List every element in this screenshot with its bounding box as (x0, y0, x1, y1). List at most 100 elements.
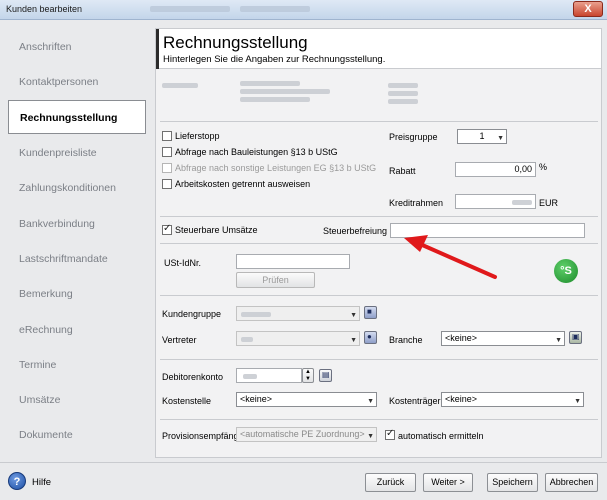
provision-label: Provisionsempfänger (162, 431, 247, 441)
sidebar-item-bankverbindung[interactable]: Bankverbindung (8, 207, 146, 241)
s-badge-icon[interactable]: °S (554, 259, 578, 283)
page-header: Rechnungsstellung Hinterlegen Sie die An… (156, 29, 601, 69)
lookup-icon[interactable]: ● (364, 331, 377, 344)
lookup-icon[interactable]: ▣ (569, 331, 582, 344)
ustid-input[interactable] (236, 254, 350, 269)
blurred-address (240, 89, 330, 94)
auto-ermitteln-checkbox[interactable] (385, 428, 395, 440)
kostentraeger-value: <keine> (445, 394, 478, 404)
branche-value: <keine> (445, 333, 478, 343)
blurred-address (388, 99, 418, 104)
content-panel: Rechnungsstellung Hinterlegen Sie die An… (155, 28, 602, 458)
kostenstelle-value: <keine> (240, 394, 273, 404)
close-button[interactable]: X (573, 1, 603, 17)
separator (160, 216, 598, 217)
header-accent-bar (156, 29, 159, 69)
sonstige-leistungen-checkbox[interactable] (162, 163, 172, 173)
pruefen-button[interactable]: Prüfen (236, 272, 315, 288)
provision-value: <automatische PE Zuordnung> (240, 429, 365, 439)
ustid-label: USt-IdNr. (164, 258, 202, 268)
back-button[interactable]: Zurück (365, 473, 416, 492)
blurred-address (388, 83, 418, 88)
chevron-down-icon: ▼ (574, 398, 581, 405)
chevron-down-icon: ▼ (350, 312, 357, 319)
sidebar-item-umsaetze[interactable]: Umsätze (8, 383, 146, 417)
rabatt-label: Rabatt (389, 166, 416, 176)
page-title: Rechnungsstellung (163, 33, 308, 52)
kostenstelle-label: Kostenstelle (162, 396, 212, 406)
steuerbefreiung-label: Steuerbefreiung (323, 226, 388, 236)
provision-select[interactable]: <automatische PE Zuordnung> ▼ (236, 427, 377, 442)
kostentraeger-select[interactable]: <keine> ▼ (441, 392, 584, 407)
separator (160, 243, 598, 244)
sonstige-leistungen-label: Abfrage nach sonstige Leistungen EG §13 … (175, 163, 377, 173)
debitorenkonto-label: Debitorenkonto (162, 372, 224, 382)
blurred-value (243, 374, 257, 379)
sidebar-item-kundenpreisliste[interactable]: Kundenpreisliste (8, 136, 146, 170)
blurred-address (388, 91, 418, 96)
branche-select[interactable]: <keine> ▼ (441, 331, 565, 346)
bauleistungen-checkbox[interactable] (162, 147, 172, 157)
blurred-value (241, 337, 253, 342)
save-button[interactable]: Speichern (487, 473, 538, 492)
title-bar: Kunden bearbeiten X (0, 0, 607, 20)
kundengruppe-label: Kundengruppe (162, 309, 222, 319)
separator (160, 419, 598, 420)
window-title: Kunden bearbeiten (6, 4, 83, 14)
kostentraeger-label: Kostenträger (389, 396, 441, 406)
bauleistungen-label: Abfrage nach Bauleistungen §13 b UStG (175, 147, 338, 157)
blurred-address (240, 97, 310, 102)
blurred-titlebar-text (150, 6, 230, 12)
chevron-down-icon: ▼ (497, 135, 504, 142)
page-subtitle: Hinterlegen Sie die Angaben zur Rechnung… (163, 54, 386, 65)
vertreter-select[interactable]: ▼ (236, 331, 360, 346)
sidebar-item-bemerkung[interactable]: Bemerkung (8, 277, 146, 311)
preisgruppe-value: 1 (479, 131, 485, 141)
kreditrahmen-label: Kreditrahmen (389, 198, 444, 208)
arbeitskosten-checkbox[interactable] (162, 179, 172, 189)
sidebar-item-rechnungsstellung[interactable]: Rechnungsstellung (8, 100, 146, 134)
branche-label: Branche (389, 335, 423, 345)
steuerbare-umsaetze-label: Steuerbare Umsätze (175, 225, 258, 235)
preisgruppe-select[interactable]: 1 ▼ (457, 129, 507, 144)
chevron-down-icon: ▼ (350, 337, 357, 344)
kostenstelle-select[interactable]: <keine> ▼ (236, 392, 377, 407)
vertreter-label: Vertreter (162, 335, 197, 345)
kundengruppe-select[interactable]: ▼ (236, 306, 360, 321)
arbeitskosten-label: Arbeitskosten getrennt ausweisen (175, 179, 311, 189)
next-button[interactable]: Weiter > (423, 473, 473, 492)
separator (160, 359, 598, 360)
separator (160, 295, 598, 296)
debitorenkonto-stepper[interactable]: ▲ ▼ (302, 368, 314, 383)
rabatt-input[interactable]: 0,00 (455, 162, 536, 177)
debitorenkonto-input[interactable] (236, 368, 302, 383)
kreditrahmen-unit: EUR (539, 198, 559, 208)
sidebar-item-zahlungskonditionen[interactable]: Zahlungskonditionen (8, 171, 146, 205)
help-icon[interactable]: ? (8, 472, 26, 490)
sidebar-item-lastschriftmandate[interactable]: Lastschriftmandate (8, 242, 146, 276)
steuerbare-umsaetze-checkbox[interactable] (162, 223, 172, 235)
rabatt-unit: % (539, 162, 548, 172)
chevron-down-icon: ▼ (367, 398, 374, 405)
blurred-value (512, 200, 532, 205)
lookup-icon[interactable]: ■ (364, 306, 377, 319)
sidebar-item-dokumente[interactable]: Dokumente (8, 418, 146, 452)
sidebar-item-anschriften[interactable]: Anschriften (8, 30, 146, 64)
lieferstopp-checkbox[interactable] (162, 131, 172, 141)
steuerbefreiung-input[interactable] (390, 223, 585, 238)
cancel-button[interactable]: Abbrechen (545, 473, 598, 492)
calendar-icon[interactable]: ▤ (319, 369, 332, 382)
separator (160, 121, 598, 122)
kreditrahmen-input[interactable] (455, 194, 536, 209)
sidebar-item-termine[interactable]: Termine (8, 348, 146, 382)
preisgruppe-label: Preisgruppe (389, 132, 438, 142)
help-label[interactable]: Hilfe (32, 477, 51, 488)
auto-ermitteln-label: automatisch ermitteln (398, 431, 484, 441)
lieferstopp-label: Lieferstopp (175, 131, 220, 141)
footer: ? Hilfe Zurück Weiter > Speichern Abbrec… (0, 462, 607, 500)
blurred-address (240, 81, 300, 86)
sidebar-item-erechnung[interactable]: eRechnung (8, 313, 146, 347)
blurred-address (162, 83, 198, 88)
sidebar: Anschriften Kontaktpersonen Rechnungsste… (0, 20, 152, 458)
sidebar-item-kontaktpersonen[interactable]: Kontaktpersonen (8, 65, 146, 99)
